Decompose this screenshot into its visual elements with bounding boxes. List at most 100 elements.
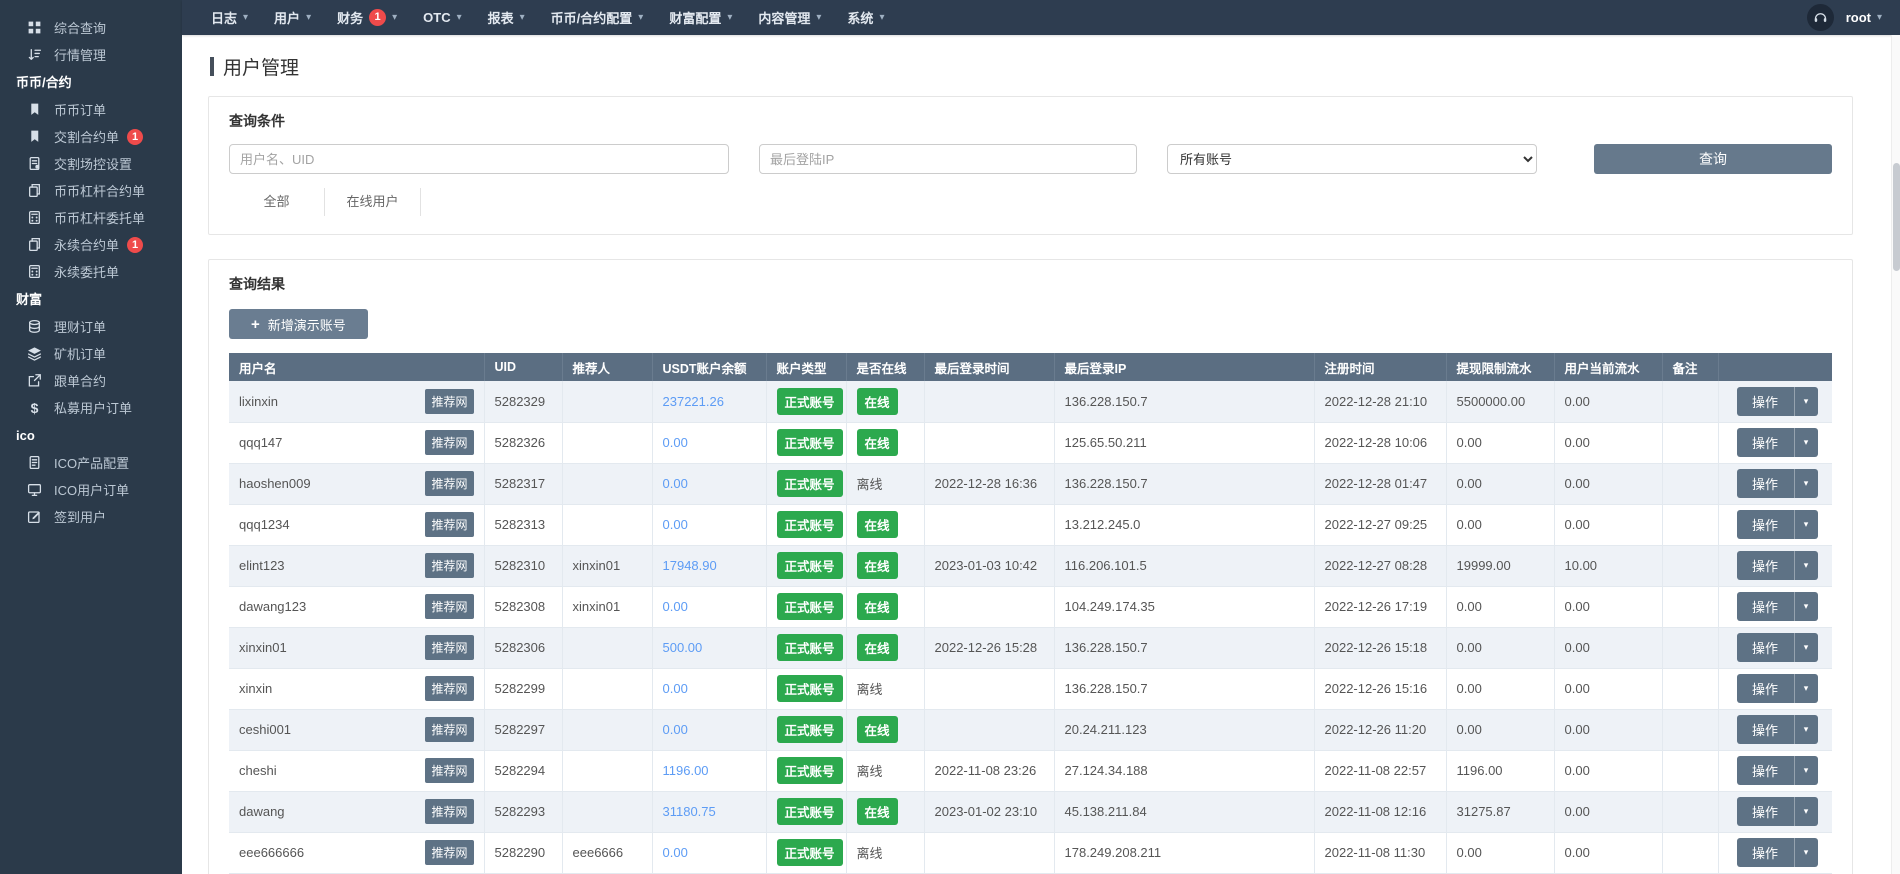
chevron-down-icon: ▾: [879, 12, 884, 23]
user-menu[interactable]: root ▾: [1846, 10, 1882, 25]
referral-badge[interactable]: 推荐网: [425, 717, 473, 742]
copy-icon: [27, 183, 42, 198]
sidebar-item-4[interactable]: 币币订单: [0, 96, 182, 123]
action-button[interactable]: 操作▾: [1737, 387, 1818, 416]
balance-link[interactable]: 237221.26: [663, 394, 724, 409]
withdraw-limit-cell: 31275.87: [1446, 791, 1554, 832]
sidebar-item-18[interactable]: ICO用户订单: [0, 476, 182, 503]
balance-link[interactable]: 17948.90: [663, 558, 717, 573]
action-button[interactable]: 操作▾: [1737, 510, 1818, 539]
sidebar-item-label: 永续委托单: [54, 262, 119, 281]
action-button[interactable]: 操作▾: [1737, 797, 1818, 826]
last-login-ip-cell: 20.24.211.123: [1054, 709, 1314, 750]
last-login-ip-cell: 125.65.50.211: [1054, 422, 1314, 463]
sidebar-item-label: 币币杠杆委托单: [54, 208, 145, 227]
sidebar-item-15[interactable]: $私募用户订单: [0, 394, 182, 421]
balance-link[interactable]: 1196.00: [663, 763, 709, 778]
referral-badge[interactable]: 推荐网: [425, 553, 473, 578]
tab-2[interactable]: 在线用户: [325, 188, 421, 216]
username: haoshen009: [239, 476, 311, 491]
sidebar-item-19[interactable]: 签到用户: [0, 503, 182, 530]
action-button[interactable]: 操作▾: [1737, 633, 1818, 662]
chevron-down-icon: ▾: [1795, 592, 1818, 621]
sidebar-item-13[interactable]: 矿机订单: [0, 340, 182, 367]
last-login-time-cell: [924, 381, 1054, 422]
last-login-time-cell: 2022-11-08 23:26: [924, 750, 1054, 791]
current-flow-cell: 0.00: [1554, 709, 1662, 750]
nav-item-6[interactable]: 币币/合约配置▾: [538, 0, 657, 35]
nav-item-8[interactable]: 内容管理▾: [745, 0, 834, 35]
nav-item-5[interactable]: 报表▾: [475, 0, 538, 35]
remark-cell: [1662, 381, 1718, 422]
username-uid-input[interactable]: [229, 144, 729, 174]
add-demo-account-button[interactable]: + 新增演示账号: [229, 309, 368, 339]
sidebar-item-label: 交割场控设置: [54, 154, 132, 173]
chevron-down-icon: ▾: [1795, 838, 1818, 867]
referrer-cell: [562, 791, 652, 832]
sidebar-item-10[interactable]: 永续委托单: [0, 258, 182, 285]
tab-1[interactable]: 全部: [229, 188, 325, 216]
balance-link[interactable]: 500.00: [663, 640, 703, 655]
offline-text: 离线: [846, 463, 924, 504]
nav-item-7[interactable]: 财富配置▾: [656, 0, 745, 35]
action-button[interactable]: 操作▾: [1737, 469, 1818, 498]
action-button[interactable]: 操作▾: [1737, 551, 1818, 580]
balance-link[interactable]: 0.00: [663, 517, 688, 532]
sidebar-item-1[interactable]: 综合查询: [0, 14, 182, 41]
referral-badge[interactable]: 推荐网: [425, 635, 473, 660]
sidebar-item-8[interactable]: 币币杠杆委托单: [0, 204, 182, 231]
action-button[interactable]: 操作▾: [1737, 715, 1818, 744]
referral-badge[interactable]: 推荐网: [425, 471, 473, 496]
chevron-down-icon: ▾: [1877, 12, 1882, 23]
sidebar-item-7[interactable]: 币币杠杆合约单: [0, 177, 182, 204]
sidebar-item-5[interactable]: 交割合约单1: [0, 123, 182, 150]
withdraw-limit-cell: 0.00: [1446, 504, 1554, 545]
balance-link[interactable]: 31180.75: [663, 804, 716, 819]
sidebar-item-17[interactable]: ICO产品配置: [0, 449, 182, 476]
action-button[interactable]: 操作▾: [1737, 756, 1818, 785]
scrollbar-thumb[interactable]: [1893, 163, 1900, 271]
nav-item-9[interactable]: 系统▾: [834, 0, 897, 35]
nav-item-3[interactable]: 财务1▾: [324, 0, 410, 35]
sidebar-section-label: ico: [0, 423, 182, 449]
query-button[interactable]: 查询: [1594, 144, 1832, 174]
action-button-label: 操作: [1737, 674, 1795, 703]
last-login-ip-cell: 116.206.101.5: [1054, 545, 1314, 586]
balance-link[interactable]: 0.00: [663, 476, 688, 491]
nav-item-4[interactable]: OTC▾: [410, 0, 474, 35]
table-row: ceshi001推荐网52822970.00正式账号在线20.24.211.12…: [229, 709, 1832, 750]
referral-badge[interactable]: 推荐网: [425, 799, 473, 824]
referral-badge[interactable]: 推荐网: [425, 389, 473, 414]
sidebar-item-6[interactable]: 交割场控设置: [0, 150, 182, 177]
nav-item-2[interactable]: 用户▾: [261, 0, 324, 35]
balance-link[interactable]: 0.00: [663, 599, 688, 614]
column-header: 提现限制流水: [1446, 353, 1554, 381]
balance-link[interactable]: 0.00: [663, 435, 688, 450]
nav-item-label: 报表: [488, 8, 514, 27]
referral-badge[interactable]: 推荐网: [425, 512, 473, 537]
balance-link[interactable]: 0.00: [663, 681, 688, 696]
referral-badge[interactable]: 推荐网: [425, 430, 473, 455]
referral-badge[interactable]: 推荐网: [425, 676, 473, 701]
action-button[interactable]: 操作▾: [1737, 838, 1818, 867]
action-button[interactable]: 操作▾: [1737, 674, 1818, 703]
sidebar-item-9[interactable]: 永续合约单1: [0, 231, 182, 258]
sidebar-item-12[interactable]: 理财订单: [0, 313, 182, 340]
referral-badge[interactable]: 推荐网: [425, 840, 473, 865]
referral-badge[interactable]: 推荐网: [425, 758, 473, 783]
referral-badge[interactable]: 推荐网: [425, 594, 473, 619]
nav-item-1[interactable]: 日志▾: [198, 0, 261, 35]
action-button[interactable]: 操作▾: [1737, 592, 1818, 621]
username: qqq147: [239, 435, 282, 450]
balance-link[interactable]: 0.00: [663, 845, 688, 860]
sidebar-item-14[interactable]: 跟单合约: [0, 367, 182, 394]
sidebar-item-2[interactable]: 行情管理: [0, 41, 182, 68]
table-row: cheshi推荐网52822941196.00正式账号离线2022-11-08 …: [229, 750, 1832, 791]
support-avatar-button[interactable]: [1807, 4, 1834, 31]
action-button[interactable]: 操作▾: [1737, 428, 1818, 457]
last-login-ip-input[interactable]: [759, 144, 1137, 174]
current-flow-cell: 10.00: [1554, 545, 1662, 586]
account-type-select[interactable]: 所有账号: [1167, 144, 1537, 174]
table-row: haoshen009推荐网52823170.00正式账号离线2022-12-28…: [229, 463, 1832, 504]
balance-link[interactable]: 0.00: [663, 722, 688, 737]
